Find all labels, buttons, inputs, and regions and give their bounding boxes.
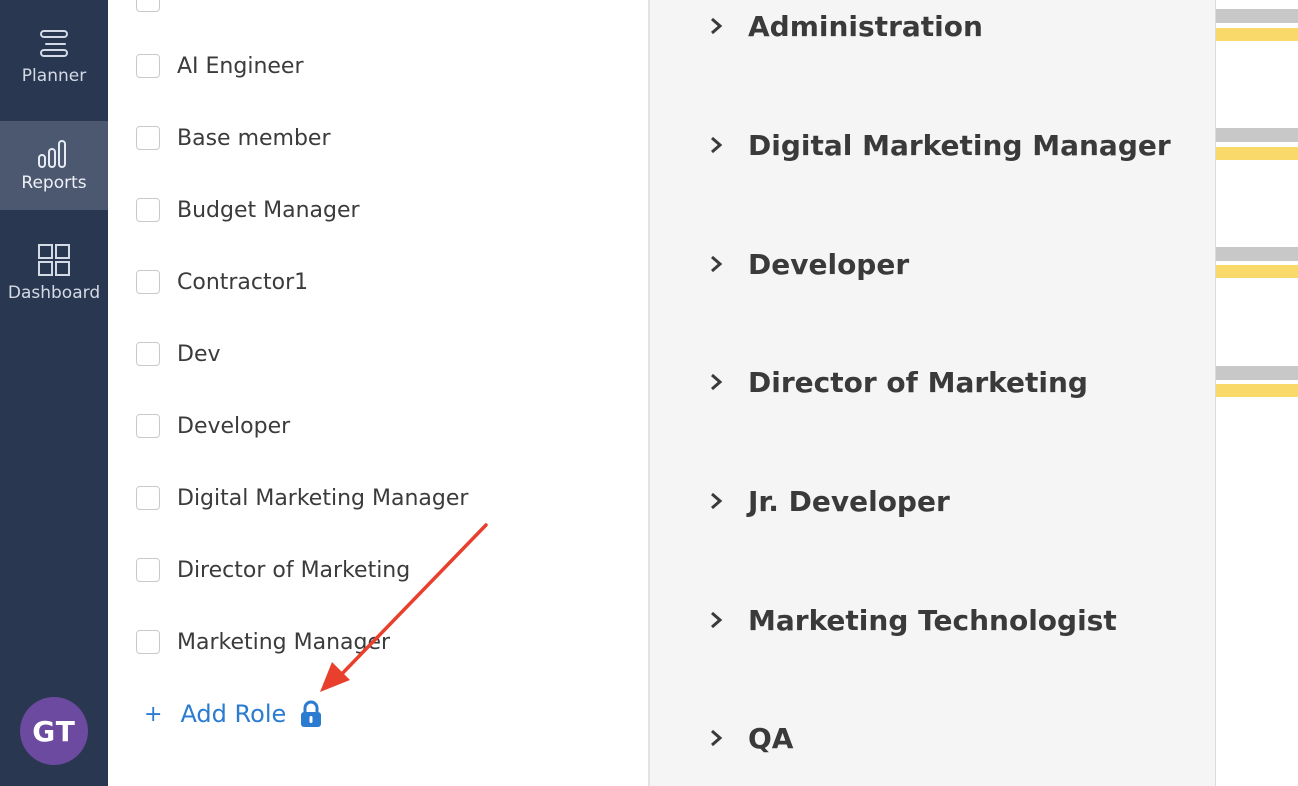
annotation-arrow	[320, 523, 488, 692]
